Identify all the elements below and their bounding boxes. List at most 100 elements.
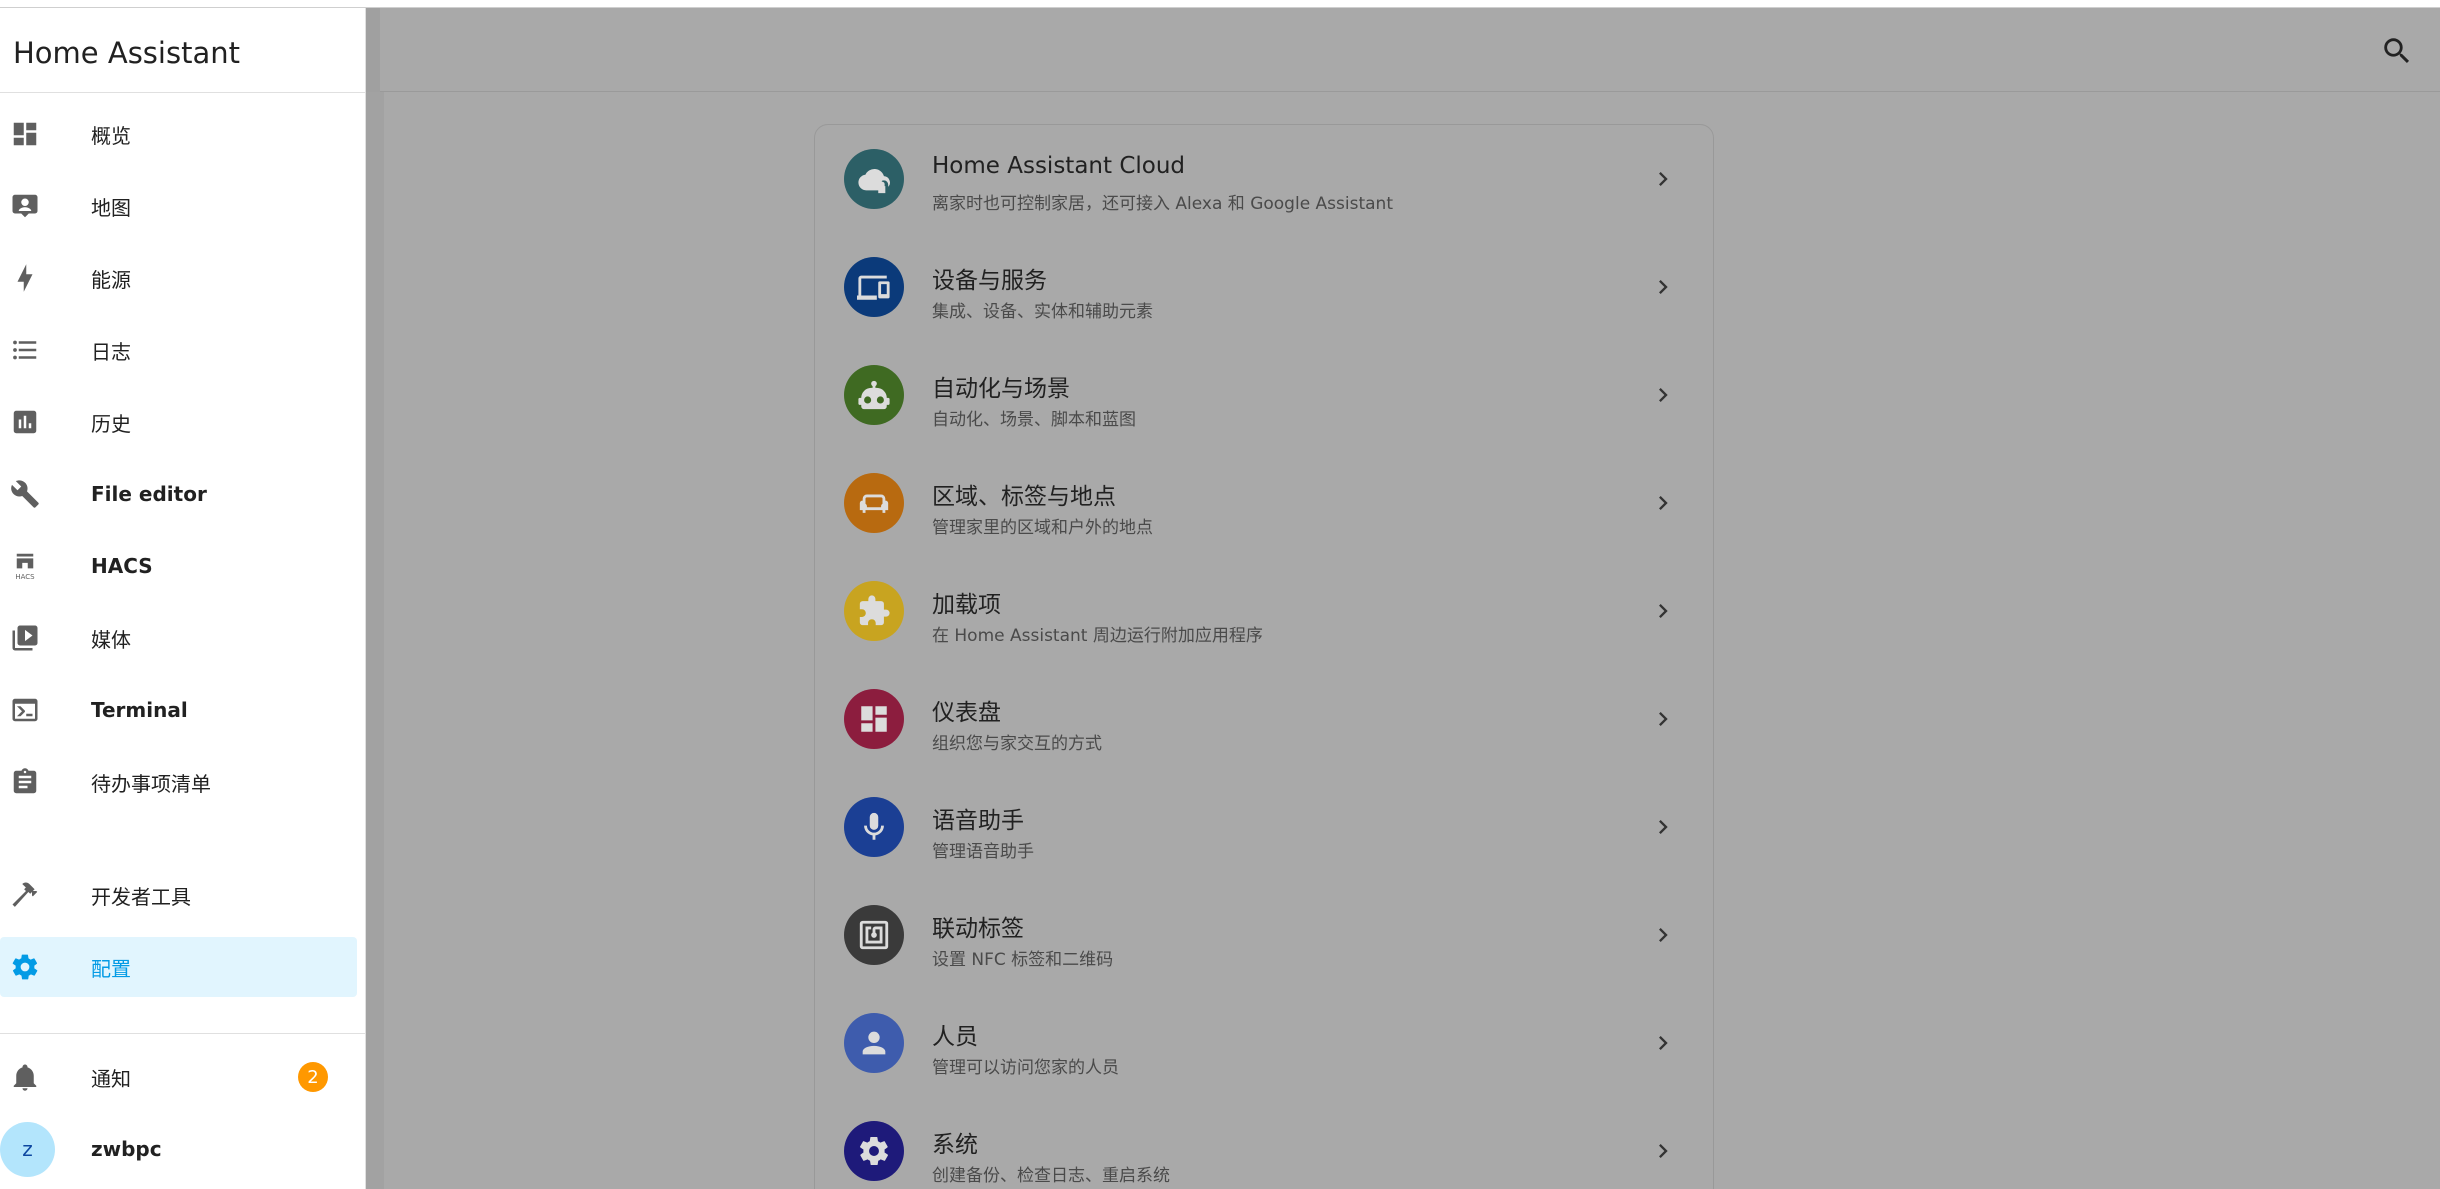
sidebar-item-energy[interactable]: 能源 [0, 248, 357, 308]
chevron-right-icon [1649, 1029, 1677, 1057]
dashboard-icon [10, 119, 40, 149]
panel-edge [366, 92, 384, 1189]
settings-row-subtitle: 创建备份、检查日志、重启系统 [932, 1166, 1170, 1186]
sidebar-item-map[interactable]: 地图 [0, 176, 357, 236]
sidebar-divider [0, 1033, 366, 1034]
robot-icon [844, 365, 904, 425]
chevron-right-icon [1649, 165, 1677, 193]
settings-row-addons[interactable]: 加载项 在 Home Assistant 周边运行附加应用程序 [815, 557, 1715, 665]
sidebar-item-terminal[interactable]: Terminal [0, 680, 357, 740]
sidebar-item-file-editor[interactable]: File editor [0, 464, 357, 524]
main-content: Home Assistant Cloud 离家时也可控制家居，还可接入 Alex… [366, 8, 2440, 1189]
settings-row-subtitle: 管理家里的区域和户外的地点 [932, 518, 1153, 538]
wrench-icon [10, 479, 40, 509]
sidebar-item-label: HACS [91, 554, 153, 578]
cloud-lock-icon [844, 149, 904, 209]
sidebar-item-history[interactable]: 历史 [0, 392, 357, 452]
settings-row-subtitle: 管理语音助手 [932, 842, 1034, 862]
settings-row-system[interactable]: 系统 创建备份、检查日志、重启系统 [815, 1097, 1715, 1189]
chart-box-icon [10, 407, 40, 437]
sidebar-item-label: 配置 [91, 956, 131, 981]
sidebar-item-label: 地图 [91, 195, 131, 220]
window-top-edge [0, 0, 2440, 8]
settings-row-subtitle: 管理可以访问您家的人员 [932, 1058, 1119, 1078]
chevron-right-icon [1649, 597, 1677, 625]
settings-row-dashboards[interactable]: 仪表盘 组织您与家交互的方式 [815, 665, 1715, 773]
cog-icon [844, 1121, 904, 1181]
sidebar-item-label: 通知 [91, 1066, 131, 1091]
console-icon [10, 695, 40, 725]
view-dashboard-icon [844, 689, 904, 749]
settings-row-title: 仪表盘 [932, 700, 1001, 726]
settings-row-subtitle: 设置 NFC 标签和二维码 [932, 950, 1114, 970]
sofa-icon [844, 473, 904, 533]
settings-row-people[interactable]: 人员 管理可以访问您家的人员 [815, 989, 1715, 1097]
bell-icon [10, 1062, 40, 1092]
settings-row-title: 区域、标签与地点 [932, 484, 1116, 510]
chevron-right-icon [1649, 381, 1677, 409]
chevron-right-icon [1649, 1137, 1677, 1165]
settings-row-subtitle: 在 Home Assistant 周边运行附加应用程序 [932, 626, 1263, 646]
play-box-multiple-icon [10, 623, 40, 653]
sidebar-item-label: 媒体 [91, 627, 131, 652]
sidebar-item-label: 概览 [91, 123, 131, 148]
settings-row-subtitle: 自动化、场景、脚本和蓝图 [932, 410, 1136, 430]
format-list-icon [10, 335, 40, 365]
settings-row-tags[interactable]: 联动标签 设置 NFC 标签和二维码 [815, 881, 1715, 989]
chevron-right-icon [1649, 921, 1677, 949]
settings-row-automations[interactable]: 自动化与场景 自动化、场景、脚本和蓝图 [815, 341, 1715, 449]
settings-row-subtitle: 组织您与家交互的方式 [932, 734, 1102, 754]
sidebar-item-logbook[interactable]: 日志 [0, 320, 357, 380]
sidebar-item-todo[interactable]: 待办事项清单 [0, 752, 357, 812]
user-name: zwbpc [91, 1137, 162, 1161]
devices-icon [844, 257, 904, 317]
sidebar-item-user[interactable]: z zwbpc [0, 1119, 357, 1179]
sidebar-item-notifications[interactable]: 通知 2 [0, 1047, 357, 1107]
settings-row-subtitle: 集成、设备、实体和辅助元素 [932, 302, 1153, 322]
app-title: Home Assistant [13, 36, 240, 70]
chevron-right-icon [1649, 489, 1677, 517]
settings-row-title: 设备与服务 [932, 268, 1047, 294]
settings-row-title: Home Assistant Cloud [932, 153, 1186, 179]
lightning-icon [10, 263, 40, 293]
search-icon[interactable] [2380, 34, 2414, 68]
settings-row-subtitle: 离家时也可控制家居，还可接入 Alexa 和 Google Assistant [932, 194, 1393, 214]
settings-row-title: 语音助手 [932, 808, 1024, 834]
hammer-icon [10, 880, 40, 910]
settings-row-areas[interactable]: 区域、标签与地点 管理家里的区域和户外的地点 [815, 449, 1715, 557]
chevron-right-icon [1649, 705, 1677, 733]
cog-icon [10, 952, 40, 982]
header-edge [366, 8, 380, 92]
sidebar-item-overview[interactable]: 概览 [0, 104, 357, 164]
settings-row-voice-assistants[interactable]: 语音助手 管理语音助手 [815, 773, 1715, 881]
chevron-right-icon [1649, 273, 1677, 301]
sidebar-item-settings[interactable]: 配置 [0, 937, 357, 997]
settings-row-title: 联动标签 [932, 916, 1024, 942]
sidebar: Home Assistant 概览 地图 能源 日志 历史 File edito… [0, 8, 366, 1189]
sidebar-item-label: 开发者工具 [91, 884, 191, 909]
settings-row-cloud[interactable]: Home Assistant Cloud 离家时也可控制家居，还可接入 Alex… [815, 125, 1715, 233]
map-account-icon [10, 191, 40, 221]
settings-card: Home Assistant Cloud 离家时也可控制家居，还可接入 Alex… [814, 124, 1714, 1189]
hacs-icon: HACS [10, 551, 40, 581]
sidebar-item-label: 能源 [91, 267, 131, 292]
sidebar-item-developer-tools[interactable]: 开发者工具 [0, 865, 357, 925]
notification-count-badge: 2 [298, 1062, 328, 1092]
nfc-icon [844, 905, 904, 965]
sidebar-item-label: Terminal [91, 698, 188, 722]
sidebar-item-label: 历史 [91, 411, 131, 436]
puzzle-icon [844, 581, 904, 641]
sidebar-item-hacs[interactable]: HACS HACS [0, 536, 357, 596]
settings-row-title: 系统 [932, 1132, 978, 1158]
sidebar-item-label: 待办事项清单 [91, 771, 211, 796]
settings-row-title: 自动化与场景 [932, 376, 1070, 402]
settings-row-title: 人员 [932, 1024, 978, 1050]
sidebar-item-media[interactable]: 媒体 [0, 608, 357, 668]
avatar: z [0, 1121, 55, 1177]
chevron-right-icon [1649, 813, 1677, 841]
settings-row-devices[interactable]: 设备与服务 集成、设备、实体和辅助元素 [815, 233, 1715, 341]
microphone-icon [844, 797, 904, 857]
account-icon [844, 1013, 904, 1073]
clipboard-list-icon [10, 767, 40, 797]
hacs-icon-text: HACS [15, 573, 35, 581]
